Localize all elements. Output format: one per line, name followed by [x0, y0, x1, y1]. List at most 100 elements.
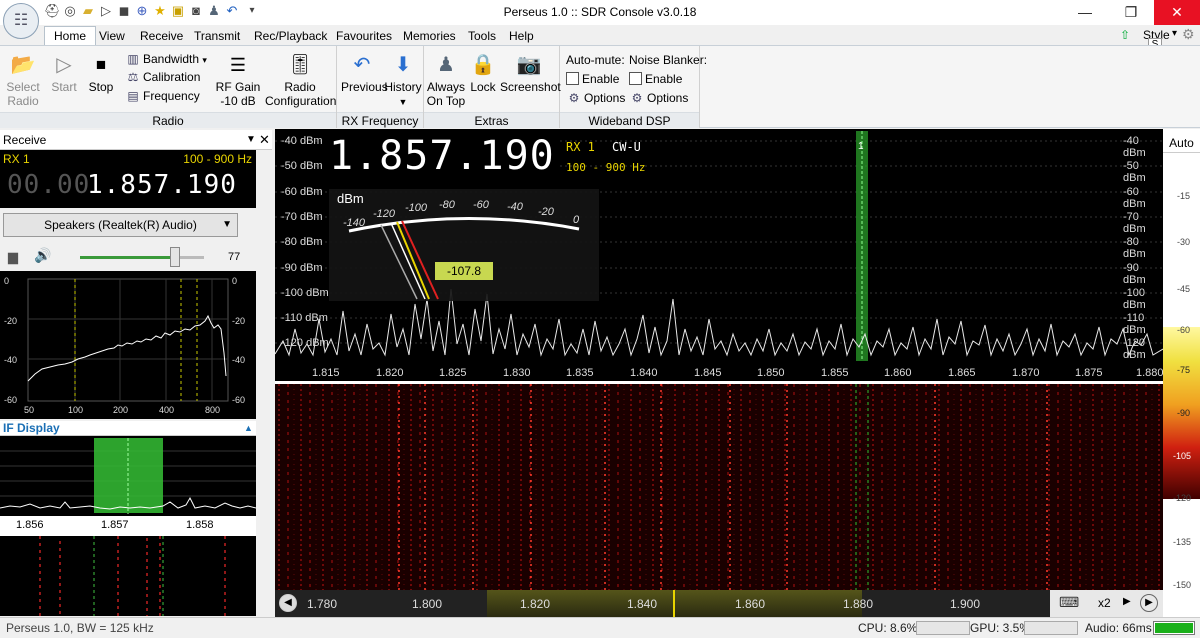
bandwidth-icon: ▥ — [127, 52, 139, 66]
main-waterfall[interactable] — [275, 384, 1163, 590]
freq-tick: 1.850 — [757, 367, 785, 379]
add-icon[interactable]: ⊕ — [134, 3, 150, 19]
signal-meter-svg — [348, 217, 580, 300]
meter-value: -107.8 — [435, 262, 493, 280]
lock-icon[interactable]: ▣ — [170, 3, 186, 19]
speaker-icon[interactable]: 🔊 — [34, 247, 51, 264]
right-dbm-tick: -80 dBm — [1123, 236, 1146, 260]
right-dbm-tick: -110 dBm — [1123, 312, 1146, 336]
vfo-marker-label[interactable]: 1 — [858, 141, 864, 152]
minimize-button[interactable]: — — [1062, 0, 1108, 25]
tab-help[interactable]: Help — [501, 28, 542, 45]
main-spectrum[interactable]: 1.857.190 RX 1 CW-U 100 - 900 Hz dBm -14… — [274, 129, 1164, 381]
gear-icon[interactable]: ⚙ — [1182, 26, 1195, 43]
auto-button[interactable]: Auto — [1163, 133, 1200, 153]
up-arrow-icon[interactable]: ⇧ — [1120, 28, 1130, 42]
if-waterfall[interactable] — [0, 536, 256, 616]
overview-tick: 1.880 — [843, 597, 874, 611]
tab-rec-playback[interactable]: Rec/Playback — [246, 28, 335, 45]
help-icon[interactable]: ◎ — [62, 3, 78, 19]
left-dbm-tick: -90 dBm — [281, 262, 323, 274]
undo-icon[interactable]: ↶ — [224, 3, 240, 19]
main-mode[interactable]: CW-U — [612, 140, 641, 154]
automute-enable-checkbox[interactable]: Enable — [566, 71, 619, 87]
start-button[interactable]: ▷ Start — [48, 52, 80, 94]
select-radio-icon: 📂 — [10, 54, 36, 76]
panel-close-icon[interactable]: ✕ — [259, 130, 270, 150]
close-button[interactable]: ✕ — [1154, 0, 1200, 25]
folder-icon[interactable]: ▰ — [80, 3, 96, 19]
previous-button[interactable]: ↶ Previous — [341, 52, 388, 94]
history-dropdown-icon: ▼ — [398, 97, 408, 107]
noise-blanker-options-button[interactable]: ⚙ Options — [629, 90, 689, 106]
person-icon[interactable]: ♟ — [206, 3, 222, 19]
overview-frequency-bar[interactable]: ◀ 1.780 1.800 1.820 1.840 1.860 1.880 1.… — [275, 590, 1163, 617]
stop-circle-icon: ⏹ — [96, 54, 106, 76]
if-spectrum-scope[interactable] — [0, 436, 257, 516]
freq-tick: 1.875 — [1075, 367, 1103, 379]
meter-scale-tick: -140 — [343, 217, 366, 229]
meter-unit: dBm — [337, 191, 364, 206]
panel-dropdown-icon[interactable]: ▼ — [246, 130, 256, 150]
style-dropdown-icon[interactable]: ▾ — [1172, 28, 1177, 39]
scale-tick: -60 — [1177, 325, 1191, 335]
tab-memories[interactable]: Memories — [395, 28, 464, 45]
af-right-tick: -20 — [232, 316, 246, 326]
zoom-value[interactable]: x2 — [1098, 596, 1111, 610]
collapse-icon[interactable]: ▲ — [244, 421, 253, 436]
meter-bars-icon[interactable]: ▆ — [8, 249, 18, 265]
select-radio-button[interactable]: 📂 Select Radio — [4, 52, 42, 108]
lock-label: Lock — [470, 80, 496, 94]
scroll-right-button[interactable]: ▶ — [1140, 594, 1158, 612]
qat-dropdown-icon[interactable]: ▾ — [244, 3, 260, 19]
frequency-label: Frequency — [143, 89, 200, 103]
if-display-title: IF Display — [3, 421, 60, 435]
star-icon[interactable]: ★ — [152, 3, 168, 19]
noise-blanker-enable-label: Enable — [645, 72, 683, 86]
audio-spectrum-scope[interactable]: 0 -20 -40 -60 0 -20 -40 -60 50 100 200 4… — [0, 271, 256, 419]
tab-tools[interactable]: Tools — [460, 28, 504, 45]
calibration-icon: ⚖ — [127, 70, 139, 84]
stop-icon[interactable]: ◼ — [116, 3, 132, 19]
screenshot-label: Screenshot — [500, 80, 561, 94]
stop-button[interactable]: ⏹ Stop — [86, 52, 116, 94]
zoom-arrow-icon[interactable]: ▶ — [1123, 596, 1131, 607]
audio-device-value: Speakers (Realtek(R) Audio) — [44, 218, 197, 232]
group-radio: 📂 Select Radio ▷ Start ⏹ Stop ▥ Bandwidth ▾ … — [0, 46, 337, 128]
scale-tick: -30 — [1177, 237, 1191, 247]
tab-favourites[interactable]: Favourites — [328, 28, 400, 45]
history-button[interactable]: ⬇ History ▼ — [383, 52, 423, 109]
keyboard-icon[interactable]: ⌨ — [1059, 594, 1079, 611]
volume-slider-thumb[interactable] — [170, 247, 180, 267]
tab-receive[interactable]: Receive — [132, 28, 191, 45]
main-frequency[interactable]: 1.857.190 — [329, 133, 555, 179]
radio-config-icon: 🎚 — [287, 54, 313, 76]
lock-button[interactable]: 🔒 Lock — [469, 52, 497, 94]
rx-frequency[interactable]: 1.857.190 — [87, 170, 237, 200]
audio-device-select[interactable]: Speakers (Realtek(R) Audio) ▼ — [3, 213, 238, 237]
calibration-button[interactable]: ⚖ Calibration — [125, 69, 201, 85]
frequency-button[interactable]: ▤ Frequency — [125, 88, 200, 104]
maximize-button[interactable]: ❐ — [1108, 0, 1154, 25]
scale-tick: -15 — [1177, 191, 1191, 201]
rx-frequency-leading-digits: 00.00 — [7, 170, 91, 200]
freq-tick: 1.870 — [1012, 367, 1040, 379]
always-on-top-button[interactable]: ♟ Always On Top — [426, 52, 466, 108]
play-icon[interactable]: ▷ — [98, 3, 114, 19]
scroll-left-button[interactable]: ◀ — [279, 594, 297, 612]
noise-blanker-enable-checkbox[interactable]: Enable — [629, 71, 682, 87]
screenshot-button[interactable]: 📷 Screenshot — [500, 52, 561, 94]
life-ring-icon[interactable]: ⛑ — [44, 3, 61, 19]
group-wideband-dsp: Auto-mute: Enable ⚙ Options Noise Blanker… — [560, 46, 707, 128]
overview-tick: 1.900 — [950, 597, 981, 611]
bandwidth-button[interactable]: ▥ Bandwidth ▾ — [125, 51, 207, 68]
camera-icon[interactable]: ◙ — [188, 3, 204, 19]
tab-transmit[interactable]: Transmit — [186, 28, 248, 45]
meter-scale-tick: -40 — [507, 201, 523, 213]
automute-options-button[interactable]: ⚙ Options — [566, 90, 626, 106]
chevron-down-icon: ▼ — [222, 219, 232, 230]
main-rx-label: RX 1 — [566, 140, 595, 154]
tab-view[interactable]: View — [91, 28, 133, 45]
radio-configuration-button[interactable]: 🎚 Radio Configuration — [265, 52, 336, 108]
tab-home[interactable]: Home — [44, 26, 97, 45]
